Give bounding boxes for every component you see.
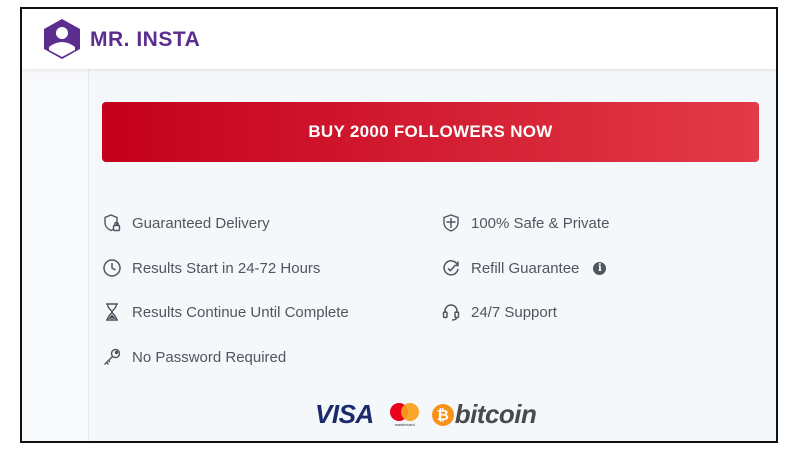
shield-icon [443, 214, 459, 232]
feature-results-continue: Results Continue Until Complete [102, 301, 349, 323]
bitcoin-wordmark: bitcoin [454, 399, 537, 429]
shield-lock-icon [104, 214, 121, 232]
clock-icon [103, 259, 121, 277]
screenshot-frame: MR. INSTA BUY 2000 FOLLOWERS NOW Guarant… [20, 7, 778, 443]
feature-label: Results Continue Until Complete [132, 303, 349, 321]
feature-label: No Password Required [132, 348, 287, 366]
feature-label: 24/7 Support [471, 303, 557, 321]
feature-no-password: No Password Required [102, 346, 286, 368]
feature-label: 100% Safe & Private [471, 214, 610, 232]
key-icon [104, 348, 121, 365]
feature-guaranteed-delivery: Guaranteed Delivery [102, 212, 270, 234]
mastercard-caption: mastercard [394, 421, 415, 427]
feature-refill-guarantee: Refill Guarantee i [441, 257, 607, 279]
brand-name[interactable]: MR. INSTA [90, 28, 200, 52]
buy-followers-button[interactable]: BUY 2000 FOLLOWERS NOW [102, 102, 759, 162]
info-icon[interactable]: i [593, 261, 607, 275]
feature-results-start: Results Start in 24-72 Hours [102, 257, 320, 279]
header: MR. INSTA [22, 9, 776, 69]
feature-label: Results Start in 24-72 Hours [132, 259, 321, 277]
refresh-check-icon [443, 260, 459, 276]
hourglass-icon [106, 303, 118, 321]
feature-label: Guaranteed Delivery [132, 214, 270, 232]
payment-methods: VISA mastercard ₿ bitcoin [315, 399, 537, 430]
bitcoin-logo: ₿ bitcoin [431, 399, 537, 430]
feature-label: Refill Guarantee [471, 259, 580, 277]
visa-logo: VISA [315, 399, 374, 429]
feature-support: 24/7 Support [441, 301, 557, 323]
bitcoin-icon: ₿ [431, 403, 454, 426]
shield-user-icon[interactable] [40, 17, 84, 61]
feature-safe-private: 100% Safe & Private [441, 212, 609, 234]
headset-icon [442, 304, 460, 321]
mastercard-icon: mastercard [388, 401, 422, 429]
